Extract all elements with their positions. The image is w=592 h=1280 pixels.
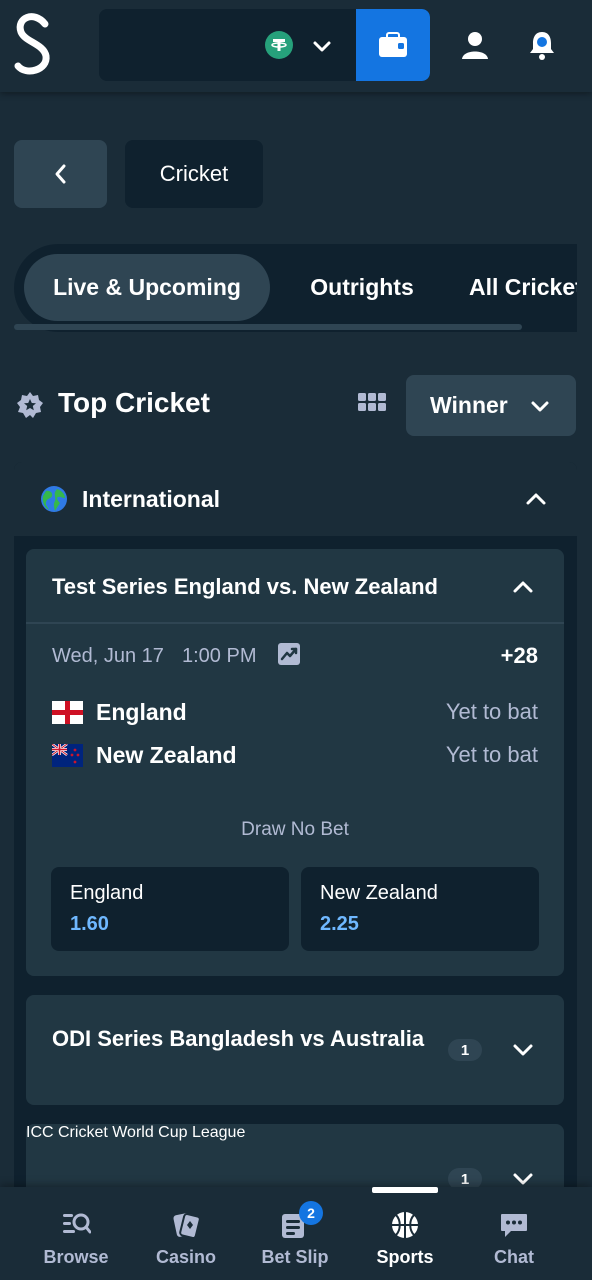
- competition-card-collapsed[interactable]: ODI Series Bangladesh vs Australia 1: [26, 995, 564, 1105]
- wallet-selector[interactable]: [99, 9, 430, 81]
- bet-slip-count-badge: 2: [299, 1201, 323, 1225]
- new-zealand-flag-icon: [52, 743, 83, 767]
- chevron-down-icon: [313, 41, 331, 52]
- odds-value: 2.25: [320, 913, 359, 935]
- chevron-down-icon: [513, 1044, 533, 1056]
- nav-bet-slip[interactable]: 2 Bet Slip: [245, 1201, 345, 1269]
- region-title: International: [82, 486, 221, 512]
- grid-view-icon[interactable]: [357, 392, 387, 422]
- match-time: 1:00 PM: [182, 645, 257, 667]
- wallet-button[interactable]: [356, 9, 430, 81]
- odds-value: 1.60: [70, 913, 109, 935]
- competition-title: Test Series England vs. New Zealand: [52, 574, 438, 599]
- stats-chart-icon[interactable]: [277, 642, 301, 666]
- tab-scrollbar[interactable]: [14, 324, 522, 330]
- nav-label: Sports: [376, 1247, 434, 1267]
- team-row-home: England: [52, 698, 187, 726]
- team-status: Yet to bat: [445, 699, 538, 724]
- tab-live-upcoming[interactable]: Live & Upcoming: [24, 254, 270, 321]
- basketball-icon: [389, 1209, 421, 1241]
- competition-header[interactable]: Test Series England vs. New Zealand: [26, 549, 564, 624]
- tab-all-cricket[interactable]: All Cricket: [469, 254, 577, 321]
- breadcrumb-cricket[interactable]: Cricket: [125, 140, 263, 208]
- nav-label: Bet Slip: [261, 1247, 329, 1267]
- england-flag-icon: [52, 700, 83, 724]
- casino-cards-icon: [170, 1209, 202, 1241]
- region-header[interactable]: International: [14, 462, 577, 536]
- odds-outcome-name: New Zealand: [320, 882, 438, 904]
- match-date: Wed, Jun 17: [52, 645, 164, 667]
- bell-icon[interactable]: [525, 28, 559, 62]
- chevron-left-icon: [55, 164, 65, 184]
- user-icon[interactable]: [458, 28, 492, 62]
- region-panel: International Test Series England vs. Ne…: [14, 462, 577, 1234]
- more-markets-link[interactable]: +28: [501, 643, 538, 669]
- odds-button-home[interactable]: England 1.60: [51, 867, 289, 951]
- wallet-icon: [379, 32, 407, 57]
- team-name: New Zealand: [96, 741, 237, 768]
- nav-sports[interactable]: Sports: [355, 1209, 455, 1269]
- nav-label: Casino: [155, 1247, 216, 1267]
- nav-browse[interactable]: Browse: [26, 1209, 126, 1269]
- chat-icon: [498, 1209, 530, 1241]
- globe-icon: [41, 486, 67, 512]
- logo[interactable]: [12, 12, 56, 78]
- nav-casino[interactable]: Casino: [136, 1209, 236, 1269]
- team-status: Yet to bat: [445, 742, 538, 767]
- back-button[interactable]: [14, 140, 107, 208]
- market-label: Draw No Bet: [241, 819, 349, 840]
- bottom-navigation: Browse Casino 2 Bet Slip Sports Chat: [0, 1187, 592, 1280]
- sportsbook-page: Cricket Live & Upcoming Outrights All Cr…: [0, 0, 592, 1280]
- chevron-up-icon: [526, 493, 546, 505]
- nav-label: Browse: [43, 1247, 109, 1267]
- badge-star-icon: [17, 392, 43, 418]
- active-tab-indicator: [372, 1187, 438, 1193]
- browse-icon: [60, 1209, 92, 1241]
- nav-label: Chat: [494, 1247, 534, 1267]
- section-title: Top Cricket: [58, 387, 210, 418]
- market-dropdown-label: Winner: [430, 392, 508, 418]
- competition-title: ODI Series Bangladesh vs Australia: [52, 1026, 425, 1051]
- market-dropdown[interactable]: Winner: [406, 375, 576, 436]
- odds-outcome-name: England: [70, 882, 144, 904]
- chevron-up-icon: [513, 581, 533, 593]
- chevron-down-icon: [531, 401, 549, 412]
- team-name: England: [96, 698, 187, 725]
- tab-bar: Live & Upcoming Outrights All Cricket: [14, 244, 577, 332]
- bet-slip-icon: 2: [279, 1201, 323, 1241]
- nav-chat[interactable]: Chat: [464, 1209, 564, 1269]
- competition-card: Test Series England vs. New Zealand Wed,…: [26, 549, 564, 976]
- odds-button-away[interactable]: New Zealand 2.25: [301, 867, 539, 951]
- tether-usdt-icon: [265, 31, 293, 59]
- top-header: [0, 0, 592, 92]
- competition-title: ICC Cricket World Cup League: [26, 1124, 246, 1141]
- team-row-away: New Zealand: [52, 741, 237, 769]
- tab-outrights[interactable]: Outrights: [284, 254, 440, 321]
- event-count-badge: 1: [448, 1039, 482, 1061]
